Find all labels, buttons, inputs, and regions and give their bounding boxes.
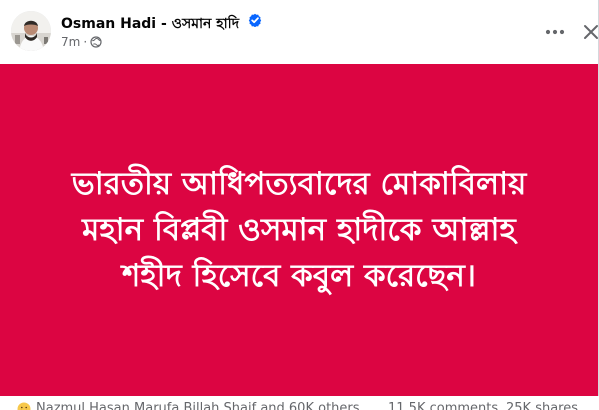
reaction-bar: Nazmul Hasan Marufa Billah Shaif and 60K… bbox=[0, 396, 599, 410]
facebook-post-card: Osman Hadi - ওসমান হাদি 7m · ভারতীয় আধি… bbox=[0, 0, 599, 410]
verified-badge-icon[interactable] bbox=[248, 13, 262, 27]
post-timestamp[interactable]: 7m bbox=[61, 35, 80, 49]
more-options-button[interactable] bbox=[541, 22, 569, 42]
avatar[interactable] bbox=[11, 11, 51, 51]
close-icon bbox=[584, 25, 598, 39]
reaction-emoji-icon[interactable] bbox=[17, 402, 31, 410]
reaction-summary[interactable]: Nazmul Hasan Marufa Billah Shaif and 60K… bbox=[36, 401, 360, 410]
post-text-line: শহীদ হিসেবে কবুল করেছেন। bbox=[121, 258, 477, 294]
post-image-text: ভারতীয় আধিপত্যবাদের মোকাবিলায় মহান বিপ… bbox=[72, 161, 527, 299]
post-header: Osman Hadi - ওসমান হাদি 7m · bbox=[0, 0, 599, 64]
more-horizontal-icon bbox=[545, 29, 551, 35]
avatar-image bbox=[11, 11, 51, 51]
close-button[interactable] bbox=[577, 18, 599, 46]
author-name[interactable]: Osman Hadi - ওসমান হাদি bbox=[61, 12, 239, 36]
comments-count[interactable]: 11.5K comments bbox=[388, 401, 498, 410]
post-text-line: মহান বিপ্লবী ওসমান হাদীকে আল্লাহ bbox=[82, 212, 516, 248]
shares-count[interactable]: 25K shares bbox=[506, 401, 578, 410]
post-image[interactable]: ভারতীয় আধিপত্যবাদের মোকাবিলায় মহান বিপ… bbox=[0, 64, 598, 396]
meta-separator: · bbox=[83, 35, 88, 49]
globe-icon[interactable] bbox=[90, 36, 102, 48]
post-meta: 7m · bbox=[61, 34, 102, 50]
post-text-line: ভারতীয় আধিপত্যবাদের মোকাবিলায় bbox=[71, 166, 527, 202]
